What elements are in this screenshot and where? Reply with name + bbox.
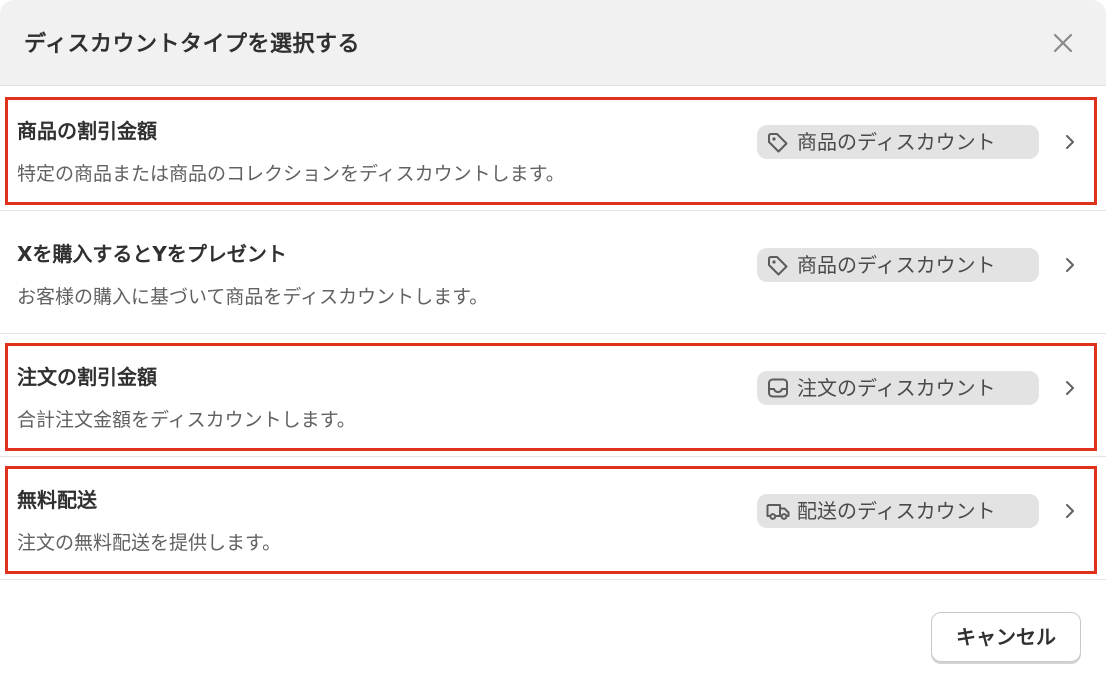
- inbox-tray-icon: [768, 378, 788, 398]
- badge-label: 商品のディスカウント: [797, 253, 996, 277]
- option-description: 特定の商品または商品のコレクションをディスカウントします。: [17, 163, 565, 185]
- badge-label: 配送のディスカウント: [797, 499, 996, 523]
- badge-shipping-discount: 配送のディスカウント: [757, 494, 1039, 528]
- dialog-title: ディスカウントタイプを選択する: [24, 32, 360, 57]
- option-title: 商品の割引金額: [17, 119, 157, 143]
- discount-type-dialog: ディスカウントタイプを選択する 商品の割引金額 特定の商品または商品のコレクショ…: [0, 0, 1106, 682]
- badge-order-discount: 注文のディスカウント: [757, 371, 1039, 405]
- truck-icon: [766, 504, 790, 520]
- option-title: 注文の割引金額: [17, 365, 157, 389]
- option-amount-off-order[interactable]: 注文の割引金額 合計注文金額をディスカウントします。 注文のディスカウント: [0, 334, 1106, 457]
- option-free-shipping[interactable]: 無料配送 注文の無料配送を提供します。 配送のディスカウント: [0, 457, 1106, 580]
- badge-label: 商品のディスカウント: [797, 130, 996, 154]
- chevron-right-icon: [1066, 504, 1074, 518]
- option-buy-x-get-y[interactable]: Xを購入するとYをプレゼント お客様の購入に基づいて商品をディスカウントします。…: [0, 211, 1106, 334]
- close-button[interactable]: [1044, 24, 1082, 62]
- badge-label: 注文のディスカウント: [797, 376, 996, 400]
- chevron-right-icon: [1066, 381, 1074, 395]
- badge-product-discount: 商品のディスカウント: [757, 248, 1039, 282]
- option-description: 合計注文金額をディスカウントします。: [17, 409, 356, 431]
- chevron-right-icon: [1066, 258, 1074, 272]
- dialog-header: ディスカウントタイプを選択する: [0, 0, 1106, 86]
- option-description: 注文の無料配送を提供します。: [17, 532, 282, 554]
- chevron-right-icon: [1066, 135, 1074, 149]
- cancel-button[interactable]: キャンセル: [931, 612, 1081, 662]
- option-description: お客様の購入に基づいて商品をディスカウントします。: [17, 286, 489, 308]
- option-title: 無料配送: [17, 488, 97, 512]
- tag-icon: [768, 256, 788, 276]
- badge-product-discount: 商品のディスカウント: [757, 125, 1039, 159]
- close-icon: [1053, 33, 1073, 53]
- option-amount-off-products[interactable]: 商品の割引金額 特定の商品または商品のコレクションをディスカウントします。 商品…: [0, 88, 1106, 211]
- option-title: Xを購入するとYをプレゼント: [17, 242, 287, 266]
- tag-icon: [768, 133, 788, 153]
- dialog-footer: キャンセル: [0, 584, 1106, 682]
